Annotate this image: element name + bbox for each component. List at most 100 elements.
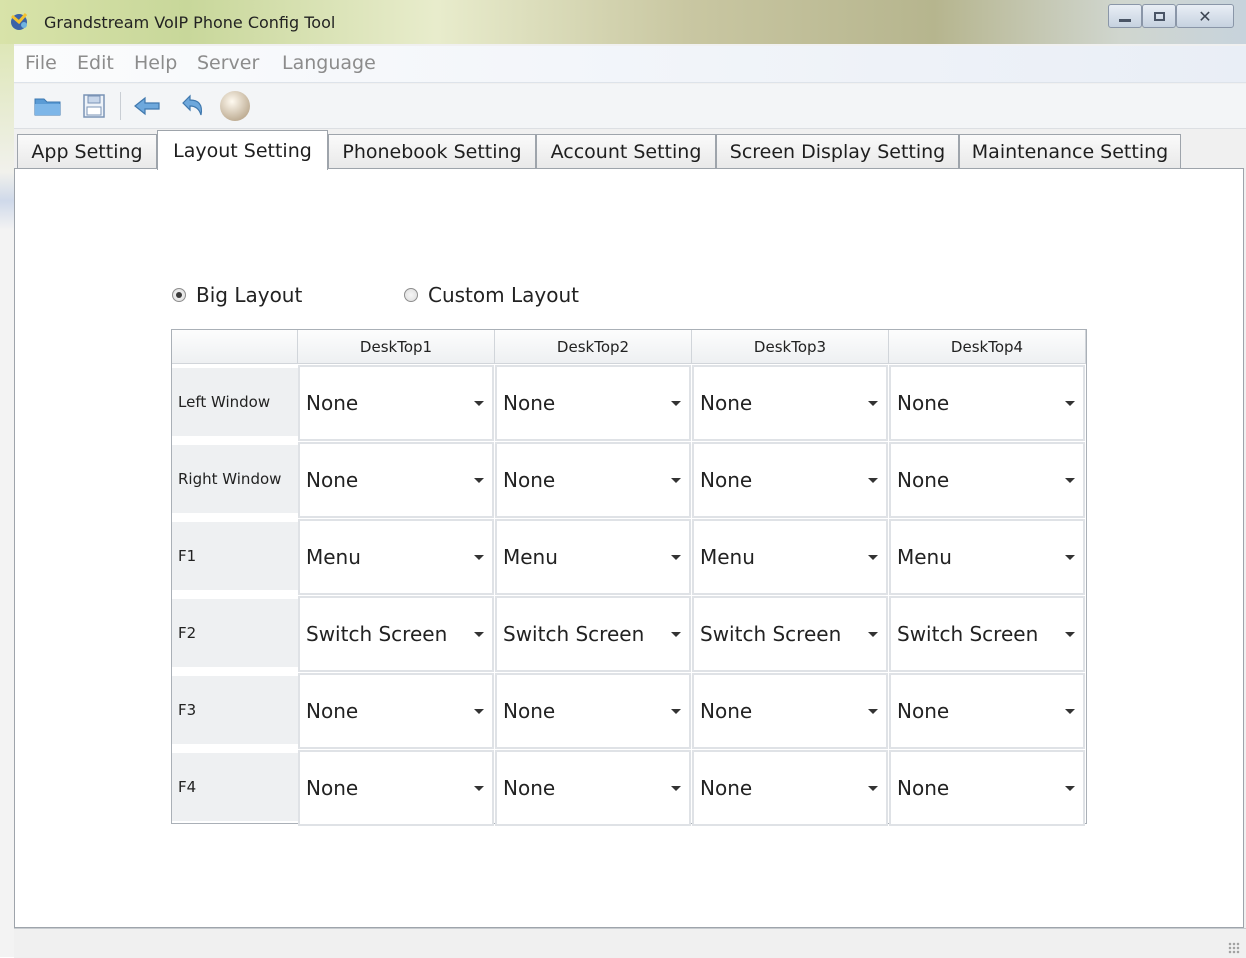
chevron-down-icon xyxy=(474,632,484,637)
dropdown-select[interactable]: None xyxy=(889,365,1085,441)
dropdown-value: None xyxy=(700,699,753,723)
maximize-button[interactable] xyxy=(1142,4,1176,28)
app-window: Grandstream VoIP Phone Config Tool ✕ Fil… xyxy=(0,0,1246,958)
dropdown-select[interactable]: None xyxy=(298,750,494,826)
chevron-down-icon xyxy=(868,401,878,406)
dropdown-select[interactable]: None xyxy=(889,673,1085,749)
chevron-down-icon xyxy=(671,401,681,406)
dropdown-value: Menu xyxy=(503,545,558,569)
dropdown-value: None xyxy=(897,468,950,492)
dropdown-select[interactable]: None xyxy=(495,673,691,749)
chevron-down-icon xyxy=(1065,709,1075,714)
dropdown-select[interactable]: None xyxy=(495,442,691,518)
dropdown-select[interactable]: None xyxy=(692,365,888,441)
open-folder-icon xyxy=(34,98,61,116)
undo-button[interactable] xyxy=(176,90,208,122)
chevron-down-icon xyxy=(1065,401,1075,406)
chevron-down-icon xyxy=(868,786,878,791)
status-bar xyxy=(14,928,1246,958)
row-header: F4 xyxy=(172,753,298,822)
tab-app-setting[interactable]: App Setting xyxy=(17,134,157,168)
column-header-desktop3: DeskTop3 xyxy=(692,330,889,364)
tab-screen-display-setting[interactable]: Screen Display Setting xyxy=(716,134,959,168)
dropdown-select[interactable]: None xyxy=(692,673,888,749)
undo-icon xyxy=(182,94,203,116)
dropdown-value: Menu xyxy=(306,545,361,569)
dropdown-value: None xyxy=(700,391,753,415)
close-icon: ✕ xyxy=(1198,6,1212,26)
radio-checked-icon xyxy=(172,288,186,302)
resize-grip-icon[interactable] xyxy=(1228,942,1240,954)
dropdown-select[interactable]: None xyxy=(495,750,691,826)
radio-unchecked-icon xyxy=(404,288,418,302)
dropdown-value: None xyxy=(897,699,950,723)
dropdown-select[interactable]: None xyxy=(298,365,494,441)
dropdown-value: None xyxy=(503,468,556,492)
chevron-down-icon xyxy=(474,709,484,714)
column-header-desktop2: DeskTop2 xyxy=(495,330,692,364)
dropdown-select[interactable]: Switch Screen xyxy=(692,596,888,672)
tab-maintenance-setting[interactable]: Maintenance Setting xyxy=(959,134,1181,168)
dropdown-select[interactable]: None xyxy=(889,750,1085,826)
menu-edit[interactable]: Edit xyxy=(77,52,114,74)
title-bar: Grandstream VoIP Phone Config Tool ✕ xyxy=(0,0,1246,44)
tab-account-setting[interactable]: Account Setting xyxy=(536,134,716,168)
row-header: Right Window xyxy=(172,445,298,514)
window-controls: ✕ xyxy=(1108,4,1234,30)
row-header: F1 xyxy=(172,522,298,591)
dropdown-value: Switch Screen xyxy=(306,622,448,646)
dropdown-select[interactable]: None xyxy=(495,365,691,441)
column-header-desktop1: DeskTop1 xyxy=(298,330,495,364)
dropdown-value: None xyxy=(306,468,359,492)
dropdown-select[interactable]: Menu xyxy=(889,519,1085,595)
dropdown-value: Menu xyxy=(700,545,755,569)
dropdown-value: None xyxy=(897,776,950,800)
dropdown-select[interactable]: Switch Screen xyxy=(298,596,494,672)
dropdown-select[interactable]: Switch Screen xyxy=(495,596,691,672)
dropdown-value: None xyxy=(306,776,359,800)
menu-help[interactable]: Help xyxy=(134,52,177,74)
dropdown-select[interactable]: Switch Screen xyxy=(889,596,1085,672)
menu-file[interactable]: File xyxy=(25,52,57,74)
dropdown-select[interactable]: None xyxy=(298,442,494,518)
save-button[interactable] xyxy=(78,90,110,122)
layout-table: DeskTop1 DeskTop2 DeskTop3 DeskTop4 Left… xyxy=(171,329,1087,826)
menu-server[interactable]: Server xyxy=(197,52,259,74)
close-button[interactable]: ✕ xyxy=(1176,4,1234,28)
dropdown-select[interactable]: None xyxy=(692,442,888,518)
minimize-button[interactable] xyxy=(1108,4,1142,28)
chevron-down-icon xyxy=(474,786,484,791)
dropdown-select[interactable]: None xyxy=(692,750,888,826)
custom-layout-label: Custom Layout xyxy=(428,283,579,307)
chevron-down-icon xyxy=(868,709,878,714)
dropdown-select[interactable]: None xyxy=(298,673,494,749)
open-button[interactable] xyxy=(32,90,64,122)
dropdown-value: Switch Screen xyxy=(700,622,842,646)
dropdown-select[interactable]: Menu xyxy=(692,519,888,595)
sphere-button[interactable] xyxy=(219,90,251,122)
dropdown-value: None xyxy=(503,776,556,800)
menu-bar: File Edit Help Server Language xyxy=(14,46,1246,83)
dropdown-select[interactable]: Menu xyxy=(298,519,494,595)
dropdown-select[interactable]: None xyxy=(889,442,1085,518)
back-button[interactable] xyxy=(131,90,163,122)
chevron-down-icon xyxy=(1065,478,1075,483)
chevron-down-icon xyxy=(474,478,484,483)
tab-bar: App Setting Layout Setting Phonebook Set… xyxy=(14,130,1246,170)
chevron-down-icon xyxy=(868,555,878,560)
custom-layout-radio[interactable]: Custom Layout xyxy=(404,283,579,307)
dropdown-value: Menu xyxy=(897,545,952,569)
corner-header xyxy=(172,330,298,364)
chevron-down-icon xyxy=(474,401,484,406)
row-header: F3 xyxy=(172,676,298,745)
tab-layout-setting[interactable]: Layout Setting xyxy=(157,130,328,170)
big-layout-radio[interactable]: Big Layout xyxy=(172,283,302,307)
toolbar-separator xyxy=(120,92,121,120)
chevron-down-icon xyxy=(1065,632,1075,637)
menu-language[interactable]: Language xyxy=(282,52,376,74)
dropdown-select[interactable]: Menu xyxy=(495,519,691,595)
minimize-icon xyxy=(1119,18,1131,22)
dropdown-value: None xyxy=(306,391,359,415)
tab-phonebook-setting[interactable]: Phonebook Setting xyxy=(328,134,536,168)
window-left-border xyxy=(0,0,14,957)
